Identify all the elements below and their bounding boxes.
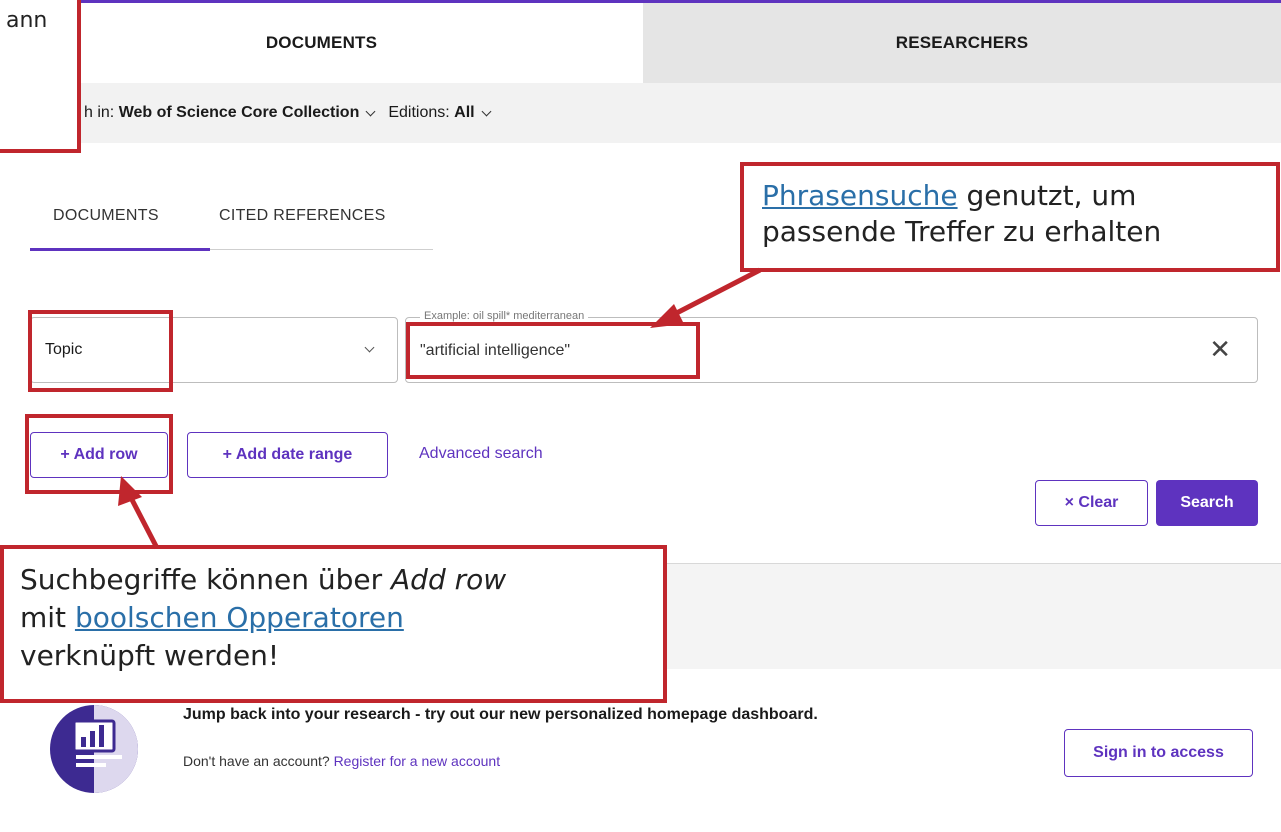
- top-accent-stripe: [0, 0, 1281, 3]
- chevron-down-icon: [364, 342, 375, 353]
- phrase-search-link[interactable]: Phrasensuche: [762, 179, 958, 212]
- search-in-bar: h in: Web of Science Core Collection Edi…: [0, 83, 1281, 143]
- tab-researchers-label: RESEARCHERS: [895, 33, 1029, 52]
- advanced-search-link[interactable]: Advanced search: [419, 445, 543, 463]
- search-type-tabs: DOCUMENTS CITED REFERENCES: [30, 195, 433, 251]
- annotation-text: passende Treffer zu erhalten: [762, 215, 1162, 248]
- tab-cited-references[interactable]: CITED REFERENCES: [219, 207, 386, 225]
- highlight-box-query: [406, 322, 700, 379]
- annotation-callout-top-left: ann: [0, 0, 81, 153]
- promo-title: Jump back into your research - try out o…: [183, 706, 818, 723]
- search-input-placeholder: Example: oil spill* mediterranean: [420, 310, 589, 322]
- arrow-line-add-row: [125, 490, 160, 550]
- annotation-text: ann: [6, 8, 48, 33]
- annotation-text: verknüpft werden!: [20, 639, 280, 672]
- top-tabs: DOCUMENTS RESEARCHERS: [0, 0, 1281, 83]
- promo-subtext: Don't have an account?: [183, 753, 330, 769]
- tab-documents-label: DOCUMENTS: [265, 33, 378, 52]
- annotation-text: Suchbegriffe können über: [20, 563, 392, 596]
- dashboard-icon: [50, 705, 138, 793]
- tab-documents[interactable]: DOCUMENTS: [0, 3, 643, 83]
- chevron-down-icon: [365, 106, 376, 116]
- add-date-range-button[interactable]: + Add date range: [187, 432, 388, 478]
- close-icon[interactable]: ✕: [1209, 336, 1231, 362]
- search-in-label: h in:: [84, 104, 115, 121]
- tab-documents-search[interactable]: DOCUMENTS: [53, 207, 159, 225]
- collection-value: Web of Science Core Collection: [118, 104, 360, 121]
- chevron-down-icon: [481, 106, 492, 116]
- editions-value: All: [454, 104, 475, 121]
- clear-button[interactable]: × Clear: [1035, 480, 1148, 526]
- register-link[interactable]: Register for a new account: [334, 753, 501, 769]
- promo-subtitle: Don't have an account? Register for a ne…: [183, 753, 500, 769]
- editions-label: Editions:: [388, 104, 450, 121]
- highlight-box-add-row: [25, 414, 173, 494]
- editions-selector[interactable]: Editions: All: [388, 104, 495, 122]
- active-tab-indicator: [30, 248, 210, 251]
- search-button[interactable]: Search: [1156, 480, 1258, 526]
- tab-researchers[interactable]: RESEARCHERS: [643, 3, 1281, 83]
- annotation-text: genutzt, um: [957, 179, 1137, 212]
- annotation-callout-boolean: Suchbegriffe können über Add row mit boo…: [0, 545, 667, 703]
- sign-in-button[interactable]: Sign in to access: [1064, 729, 1253, 777]
- highlight-box-field: [28, 310, 173, 392]
- annotation-text-italic: Add row: [391, 563, 507, 596]
- arrow-line-phrase: [663, 267, 762, 322]
- collection-selector[interactable]: h in: Web of Science Core Collection: [84, 104, 380, 122]
- annotation-text: mit: [20, 601, 75, 634]
- boolean-operators-link[interactable]: boolschen Opperatoren: [75, 601, 404, 634]
- annotation-callout-phrase: Phrasensuche genutzt, um passende Treffe…: [740, 162, 1280, 272]
